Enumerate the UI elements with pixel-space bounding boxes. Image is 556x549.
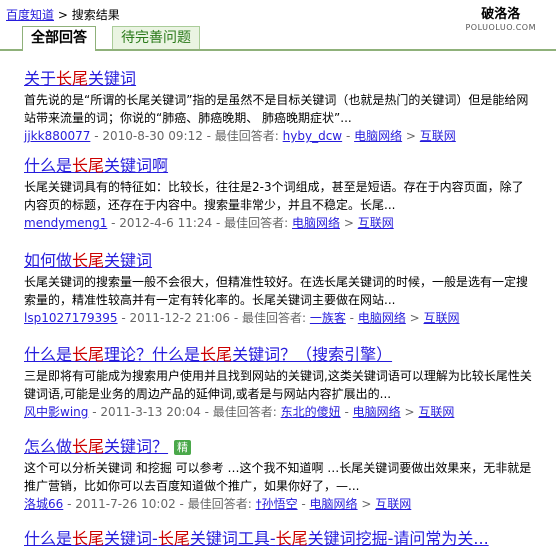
watermark-text: 破洛洛 bbox=[481, 7, 521, 22]
result-title[interactable]: 怎么做长尾关键词？ 精 bbox=[24, 433, 556, 457]
result-title[interactable]: 关于长尾关键词 bbox=[24, 65, 556, 89]
subcategory-link[interactable]: 互联网 bbox=[418, 405, 454, 419]
breadcrumb-separator: > bbox=[54, 8, 72, 22]
category-link[interactable]: 电脑网络 bbox=[292, 216, 340, 230]
result-title-link[interactable]: 什么是长尾关键词-长尾关键词工具-长尾关键词挖掘-请问常为关... bbox=[24, 529, 489, 548]
subcategory-link[interactable]: 互联网 bbox=[424, 311, 460, 325]
result-item: 如何做长尾关键词 长尾关键词的搜索量一般不会很大，但精准性较好。在选长尾关键词的… bbox=[0, 247, 556, 326]
asker-link[interactable]: lsp1027179395 bbox=[24, 311, 118, 325]
result-date: - 2011-12-2 21:06 - 最佳回答者: bbox=[117, 311, 310, 325]
subcategory-link[interactable]: 互联网 bbox=[375, 497, 411, 511]
result-title[interactable]: 如何做长尾关键词 bbox=[24, 247, 556, 271]
subcategory-link[interactable]: 互联网 bbox=[358, 216, 394, 230]
asker-link[interactable]: jjkk880077 bbox=[24, 129, 90, 143]
category-link[interactable]: 电脑网络 bbox=[310, 497, 358, 511]
result-meta: mendymeng1 - 2012-4-6 11:24 - 最佳回答者: 电脑网… bbox=[24, 216, 394, 230]
result-meta: lsp1027179395 - 2011-12-2 21:06 - 最佳回答者:… bbox=[24, 311, 460, 325]
result-date: - 2010-8-30 09:12 - 最佳回答者: bbox=[90, 129, 283, 143]
result-meta: jjkk880077 - 2010-8-30 09:12 - 最佳回答者: hy… bbox=[24, 129, 456, 143]
result-title-link[interactable]: 怎么做长尾关键词？ bbox=[24, 437, 168, 456]
result-title-link[interactable]: 什么是长尾理论？什么是长尾关键词？（搜索引擎） bbox=[24, 345, 392, 364]
asker-link[interactable]: mendymeng1 bbox=[24, 216, 107, 230]
category-link[interactable]: 电脑网络 bbox=[358, 311, 406, 325]
result-snippet: 长尾关键词具有的特征如：比较长，往往是2-3个词组成，甚至是短语。存在于内容页面… bbox=[24, 180, 524, 212]
result-date: - 2011-3-13 20:04 - 最佳回答者: bbox=[88, 405, 281, 419]
result-title[interactable]: 什么是长尾关键词啊 bbox=[24, 152, 556, 176]
result-snippet: 首先说的是“所谓的长尾关键词”指的是虽然不是目标关键词（也就是热门的关键词）但是… bbox=[24, 93, 529, 125]
result-item: 关于长尾关键词 首先说的是“所谓的长尾关键词”指的是虽然不是目标关键词（也就是热… bbox=[0, 65, 556, 144]
result-item: 什么是长尾关键词啊 长尾关键词具有的特征如：比较长，往往是2-3个词组成，甚至是… bbox=[0, 152, 556, 231]
result-title-link[interactable]: 什么是长尾关键词啊 bbox=[24, 156, 168, 175]
category-link[interactable]: 电脑网络 bbox=[354, 129, 402, 143]
result-title[interactable]: 什么是长尾关键词-长尾关键词工具-长尾关键词挖掘-请问常为关... bbox=[24, 525, 556, 549]
breadcrumb-home-link[interactable]: 百度知道 bbox=[6, 8, 54, 22]
tab-all-answers[interactable]: 全部回答 bbox=[22, 26, 96, 51]
result-meta: 风中影wing - 2011-3-13 20:04 - 最佳回答者: 东北的傻妞… bbox=[24, 405, 455, 419]
result-item: 怎么做长尾关键词？ 精 这个可以分析关键词 和挖掘 可以参考 …这个我不知道啊 …… bbox=[0, 433, 556, 512]
result-title-link[interactable]: 关于长尾关键词 bbox=[24, 69, 136, 88]
asker-link[interactable]: 洛城66 bbox=[24, 497, 63, 511]
result-meta: 洛城66 - 2011-7-26 10:02 - 最佳回答者: †孙悟空 - 电… bbox=[24, 497, 412, 511]
result-snippet: 长尾关键词的搜索量一般不会很大，但精准性较好。在选长尾关键词的时候，一般是选有一… bbox=[24, 275, 529, 307]
tab-pending-questions[interactable]: 待完善问题 bbox=[112, 26, 200, 49]
featured-badge: 精 bbox=[174, 440, 192, 455]
result-snippet: 这个可以分析关键词 和挖掘 可以参考 …这个我不知道啊 …长尾关键词要做出效果来… bbox=[24, 461, 532, 493]
answerer-link[interactable]: 一族客 bbox=[310, 311, 346, 325]
result-item: 什么是长尾关键词-长尾关键词工具-长尾关键词挖掘-请问常为关... bbox=[0, 525, 556, 549]
result-item: 什么是长尾理论？什么是长尾关键词？（搜索引擎） 三是即将有可能成为搜索用户使用并… bbox=[0, 341, 556, 420]
asker-link[interactable]: 风中影wing bbox=[24, 405, 88, 419]
answerer-link[interactable]: 东北的傻妞 bbox=[281, 405, 341, 419]
answerer-link[interactable]: hyby_dcw bbox=[283, 129, 342, 143]
result-date: - 2011-7-26 10:02 - 最佳回答者: bbox=[63, 497, 256, 511]
result-title-link[interactable]: 如何做长尾关键词 bbox=[24, 251, 152, 270]
result-tabs: 全部回答 待完善问题 bbox=[0, 23, 556, 51]
breadcrumb: 百度知道 > 搜索结果 bbox=[6, 6, 120, 23]
result-snippet: 三是即将有可能成为搜索用户使用并且找到网站的关键词,这类关键词语可以理解为比较长… bbox=[24, 369, 532, 401]
result-title[interactable]: 什么是长尾理论？什么是长尾关键词？（搜索引擎） bbox=[24, 341, 556, 365]
result-date: - 2012-4-6 11:24 - 最佳回答者: bbox=[107, 216, 292, 230]
answerer-link[interactable]: †孙悟空 bbox=[256, 497, 298, 511]
breadcrumb-current: 搜索结果 bbox=[71, 8, 120, 22]
subcategory-link[interactable]: 互联网 bbox=[420, 129, 456, 143]
category-link[interactable]: 电脑网络 bbox=[353, 405, 401, 419]
